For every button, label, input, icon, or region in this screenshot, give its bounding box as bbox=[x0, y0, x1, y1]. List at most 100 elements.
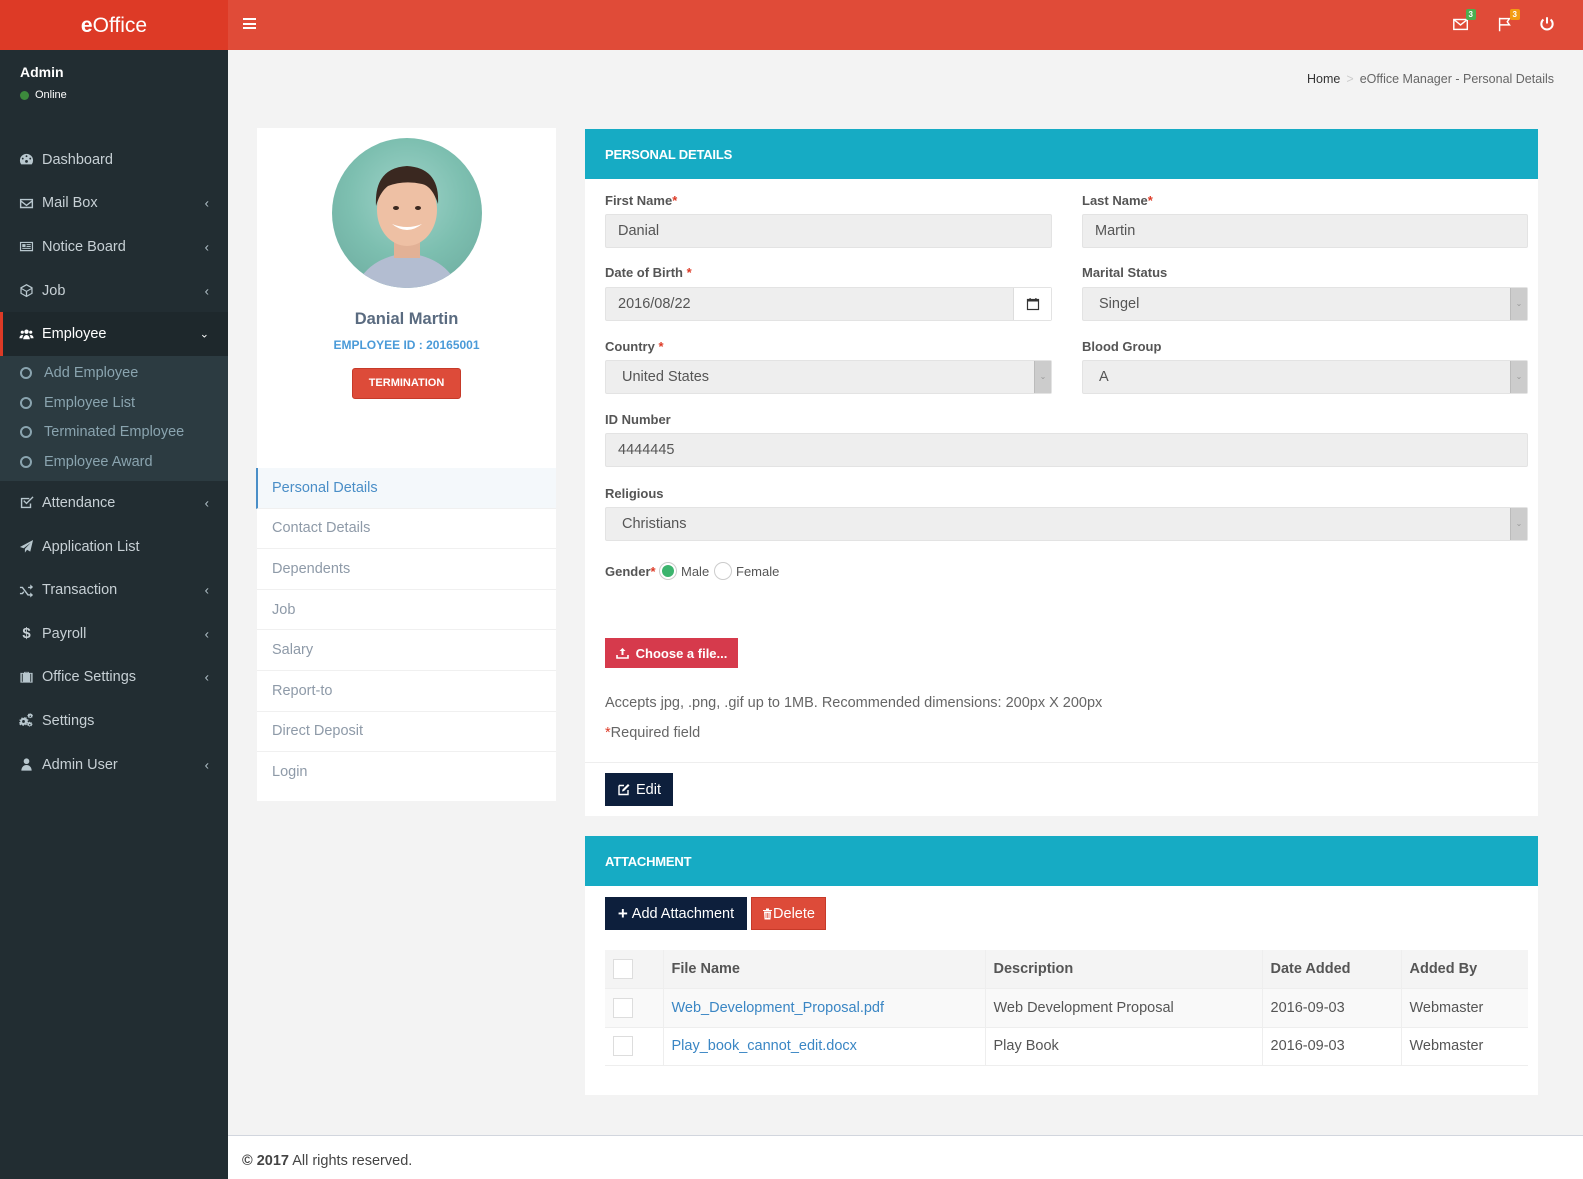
date-added-cell: 2016-09-03 bbox=[1262, 1026, 1402, 1066]
breadcrumb-separator: > bbox=[1346, 72, 1354, 86]
sidebar-item-label: Attendance bbox=[42, 494, 116, 511]
sidebar-item-dashboard[interactable]: Dashboard bbox=[0, 138, 228, 182]
sidebar-item-label: Employee bbox=[42, 326, 107, 343]
sidebar-item-transaction[interactable]: Transaction ‹ bbox=[0, 568, 228, 612]
profile-tab-job[interactable]: Job bbox=[257, 590, 556, 631]
table-header-row: File Name Description Date Added Added B… bbox=[605, 950, 1528, 989]
table-row: Web_Development_Proposal.pdf Web Develop… bbox=[605, 988, 1528, 1028]
dob-value: 2016/08/22 bbox=[618, 296, 691, 312]
divider bbox=[585, 762, 1538, 763]
check-square-icon bbox=[18, 496, 35, 510]
gender-male-radio[interactable] bbox=[659, 562, 677, 580]
sidebar-item-employee[interactable]: Employee ⌄ bbox=[0, 312, 228, 356]
column-added-by[interactable]: Added By bbox=[1401, 950, 1528, 989]
label-text: Country bbox=[605, 339, 659, 354]
column-file-name[interactable]: File Name bbox=[663, 950, 986, 989]
app-logo[interactable]: eOffice bbox=[0, 0, 228, 50]
date-added-cell: 2016-09-03 bbox=[1262, 988, 1402, 1028]
upload-icon bbox=[615, 648, 629, 659]
sidebar-item-label: Mail Box bbox=[42, 195, 98, 212]
user-status: Online bbox=[20, 89, 208, 101]
submenu-item-employee-list[interactable]: Employee List bbox=[0, 388, 228, 418]
submenu-item-terminated-employee[interactable]: Terminated Employee bbox=[0, 418, 228, 448]
mail-badge: 3 bbox=[1465, 9, 1476, 20]
gender-female-label: Female bbox=[736, 564, 780, 579]
profile-tab-salary[interactable]: Salary bbox=[257, 630, 556, 671]
cube-icon bbox=[18, 284, 35, 298]
sidebar-item-job[interactable]: Job ‹ bbox=[0, 269, 228, 313]
flag-notifications-button[interactable]: 3 bbox=[1496, 9, 1520, 35]
attachments-table: File Name Description Date Added Added B… bbox=[605, 950, 1528, 1066]
chevron-down-icon: ⌄ bbox=[1034, 361, 1051, 393]
attachment-panel: ATTACHMENT + Add Attachment Delete File … bbox=[585, 836, 1538, 1095]
circle-icon bbox=[20, 366, 32, 379]
file-name-link[interactable]: Play_book_cannot_edit.docx bbox=[663, 1026, 986, 1066]
chevron-left-icon: ‹ bbox=[204, 757, 209, 773]
row-checkbox[interactable] bbox=[613, 997, 633, 1018]
termination-button[interactable]: TERMINATION bbox=[352, 368, 461, 399]
choose-file-button[interactable]: Choose a file... bbox=[605, 638, 738, 668]
add-attachment-label: Add Attachment bbox=[631, 905, 735, 922]
column-description[interactable]: Description bbox=[985, 950, 1263, 989]
submenu-item-employee-award[interactable]: Employee Award bbox=[0, 447, 228, 477]
column-date-added[interactable]: Date Added bbox=[1262, 950, 1402, 989]
religious-select[interactable]: Christians ⌄ bbox=[605, 507, 1528, 541]
mail-notifications-button[interactable]: 3 bbox=[1452, 9, 1476, 35]
row-checkbox[interactable] bbox=[613, 1036, 633, 1057]
file-name-link[interactable]: Web_Development_Proposal.pdf bbox=[663, 988, 986, 1028]
sidebar-item-notice-board[interactable]: Notice Board ‹ bbox=[0, 225, 228, 269]
gender-female-radio[interactable] bbox=[714, 562, 732, 580]
sidebar-item-mail-box[interactable]: Mail Box ‹ bbox=[0, 182, 228, 226]
chevron-left-icon: ‹ bbox=[204, 195, 209, 211]
sidebar-item-application-list[interactable]: Application List bbox=[0, 525, 228, 569]
country-select[interactable]: United States ⌄ bbox=[605, 360, 1052, 394]
chevron-down-icon: ⌄ bbox=[1510, 508, 1527, 540]
profile-tab-report-to[interactable]: Report-to bbox=[257, 671, 556, 712]
sidebar-item-label: Transaction bbox=[42, 582, 118, 599]
required-star: * bbox=[650, 564, 656, 579]
sidebar-item-payroll[interactable]: $ Payroll ‹ bbox=[0, 612, 228, 656]
profile-tab-direct-deposit[interactable]: Direct Deposit bbox=[257, 712, 556, 753]
row-select-cell bbox=[605, 988, 664, 1028]
power-button[interactable] bbox=[1538, 15, 1558, 35]
profile-tab-login[interactable]: Login bbox=[257, 752, 556, 793]
added-by-cell: Webmaster bbox=[1401, 988, 1528, 1028]
briefcase-icon bbox=[18, 670, 35, 684]
select-all-checkbox[interactable] bbox=[613, 959, 633, 979]
last-name-input[interactable]: Martin bbox=[1082, 214, 1528, 248]
id-number-input[interactable]: 4444445 bbox=[605, 433, 1528, 467]
dob-input[interactable]: 2016/08/22 bbox=[605, 287, 1052, 321]
description-cell: Web Development Proposal bbox=[985, 988, 1263, 1028]
employee-avatar bbox=[332, 138, 482, 288]
edit-button[interactable]: Edit bbox=[605, 773, 673, 806]
sidebar-item-settings[interactable]: Settings bbox=[0, 699, 228, 743]
sidebar-item-attendance[interactable]: Attendance ‹ bbox=[0, 481, 228, 525]
sidebar-item-office-settings[interactable]: Office Settings ‹ bbox=[0, 656, 228, 700]
marital-status-label: Marital Status bbox=[1082, 265, 1168, 280]
profile-tab-contact-details[interactable]: Contact Details bbox=[257, 509, 556, 550]
circle-icon bbox=[20, 426, 32, 439]
first-name-input[interactable]: Danial bbox=[605, 214, 1052, 248]
delete-button[interactable]: Delete bbox=[751, 897, 826, 930]
marital-status-select[interactable]: Singel ⌄ bbox=[1082, 287, 1528, 321]
chevron-left-icon: ‹ bbox=[204, 669, 209, 685]
submenu-item-add-employee[interactable]: Add Employee bbox=[0, 358, 228, 388]
add-attachment-button[interactable]: + Add Attachment bbox=[605, 897, 747, 930]
employee-name: Danial Martin bbox=[354, 310, 459, 328]
sidebar-item-label: Admin User bbox=[42, 756, 118, 773]
profile-tab-personal-details[interactable]: Personal Details bbox=[256, 468, 556, 509]
label-text: Last Name bbox=[1082, 193, 1148, 208]
last-name-label: Last Name* bbox=[1082, 193, 1153, 208]
required-star: * bbox=[658, 339, 664, 354]
edit-icon bbox=[618, 784, 630, 796]
profile-tab-dependents[interactable]: Dependents bbox=[257, 549, 556, 590]
profile-nav: Personal Details Contact Details Depende… bbox=[256, 468, 556, 793]
label-text: Date of Birth bbox=[605, 265, 687, 280]
calendar-button[interactable] bbox=[1013, 288, 1051, 320]
employee-id: EMPLOYEE ID : 20165001 bbox=[333, 338, 480, 352]
dollar-icon: $ bbox=[22, 625, 31, 643]
hamburger-icon[interactable] bbox=[243, 18, 256, 29]
sidebar-item-admin-user[interactable]: Admin User ‹ bbox=[0, 743, 228, 787]
blood-group-select[interactable]: A ⌄ bbox=[1082, 360, 1528, 394]
breadcrumb-home[interactable]: Home bbox=[1307, 72, 1340, 86]
